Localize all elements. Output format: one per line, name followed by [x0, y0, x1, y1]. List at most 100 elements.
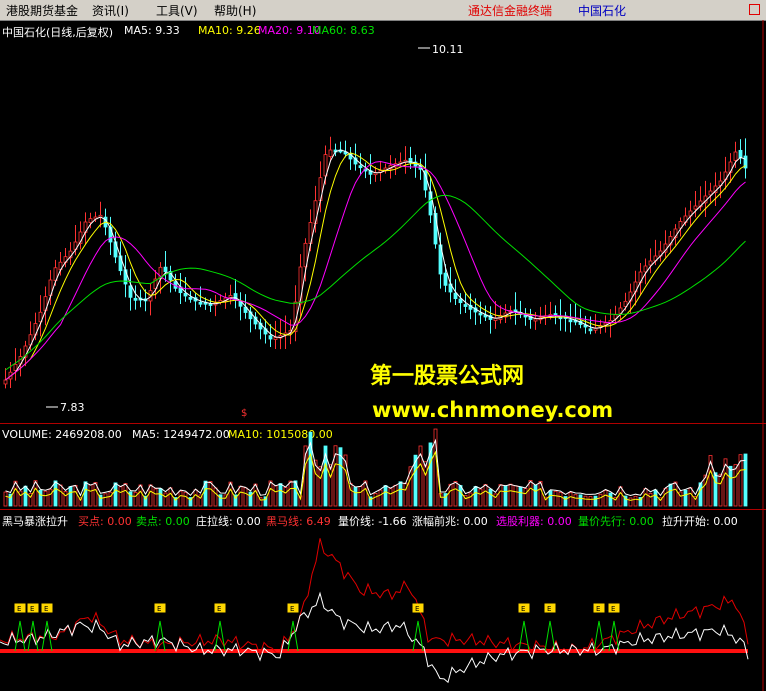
candle-body	[648, 260, 653, 266]
volume-bar	[103, 493, 108, 507]
candle-body	[443, 272, 448, 286]
volume-bar	[133, 491, 138, 507]
volume-bar	[458, 485, 463, 507]
volume-bar	[53, 480, 58, 507]
volume-bar	[728, 465, 733, 507]
volume-bar	[468, 492, 473, 507]
volume-bar	[88, 484, 93, 507]
volume-bar	[598, 493, 603, 507]
volume-bar	[683, 489, 688, 507]
volume-bar	[23, 485, 28, 507]
volume-bar	[238, 485, 243, 507]
signal-flag-text: E	[157, 605, 161, 613]
candle-body	[273, 337, 278, 340]
signal-flag-text: E	[217, 605, 221, 613]
volume-bar	[123, 483, 128, 507]
volume-bar	[168, 487, 173, 507]
volume-bar	[163, 492, 168, 507]
volume-bar	[318, 466, 323, 507]
ma10-line	[5, 152, 746, 381]
candle-body	[268, 335, 273, 340]
candle-body	[3, 379, 8, 385]
signal-flag-text: E	[596, 605, 600, 613]
volume-bar	[138, 484, 143, 507]
candle-body	[533, 318, 538, 322]
volume-bar	[603, 490, 608, 507]
volume-bar	[478, 488, 483, 507]
candle-body	[478, 312, 483, 316]
volume-bar	[633, 495, 638, 507]
volume-bar	[673, 481, 678, 507]
volume-bar	[483, 484, 488, 507]
volume-bar	[568, 492, 573, 507]
volume-bar	[628, 497, 633, 507]
volume-bar	[608, 492, 613, 507]
volume-bar	[653, 489, 658, 507]
signal-flag-text: E	[44, 605, 48, 613]
volume-bar	[58, 484, 63, 507]
volume-bar	[573, 494, 578, 507]
candle-body	[188, 296, 193, 300]
signal-flag-text: E	[611, 605, 615, 613]
volume-bar	[743, 453, 748, 507]
volume-bar	[668, 483, 673, 507]
candle-body	[183, 292, 188, 297]
volume-bar	[158, 488, 163, 507]
volume-bar	[578, 494, 583, 507]
volume-bar	[718, 473, 723, 507]
volume-bar	[358, 486, 363, 507]
volume-bar	[3, 491, 8, 507]
volume-bar	[618, 486, 623, 507]
volume-bar	[208, 481, 213, 507]
price-chart: EEEEEEEEEEE	[0, 20, 764, 691]
candle-body	[228, 295, 233, 298]
volume-bar	[218, 494, 223, 507]
volume-bar	[383, 485, 388, 507]
volume-bar	[153, 488, 158, 507]
candle-body	[163, 266, 168, 273]
sell-spike	[412, 620, 424, 652]
heima-line	[0, 538, 749, 657]
volume-bar	[43, 490, 48, 507]
volume-bar	[38, 489, 43, 507]
candle-body	[458, 298, 463, 304]
volume-bar	[513, 485, 518, 507]
candle-body	[133, 297, 138, 301]
volume-bar	[63, 491, 68, 507]
volume-bar	[118, 486, 123, 507]
signal-flag-text: E	[290, 605, 294, 613]
candle-body	[568, 319, 573, 323]
volume-bar	[688, 487, 693, 507]
volume-bar	[373, 492, 378, 507]
volume-bar	[388, 488, 393, 507]
volume-bar	[523, 488, 528, 507]
candle-body	[453, 292, 458, 300]
volume-bar	[393, 484, 398, 507]
ma5-line	[5, 149, 746, 381]
candle-body	[693, 205, 698, 210]
volume-bar	[703, 474, 708, 507]
volume-bar	[178, 490, 183, 507]
candle-body	[198, 301, 203, 305]
volume-bar	[378, 489, 383, 507]
liangjia-line	[0, 591, 749, 684]
candle-body	[88, 218, 93, 224]
candle-body	[328, 149, 333, 157]
candle-body	[128, 285, 133, 298]
volume-bar	[548, 490, 553, 507]
volume-bar	[498, 484, 503, 507]
signal-flag-text: E	[415, 605, 419, 613]
volume-bar	[533, 484, 538, 507]
volume-bar	[473, 486, 478, 507]
sell-spike	[287, 620, 299, 652]
signal-flag-text: E	[17, 605, 21, 613]
volume-bar	[643, 488, 648, 507]
volume-bar	[713, 472, 718, 507]
volume-bar	[528, 480, 533, 507]
volume-bar	[128, 491, 133, 507]
sell-spike	[14, 620, 26, 652]
volume-bar	[593, 495, 598, 507]
signal-flag-text: E	[521, 605, 525, 613]
candle-body	[733, 151, 738, 161]
volume-bar	[248, 491, 253, 507]
